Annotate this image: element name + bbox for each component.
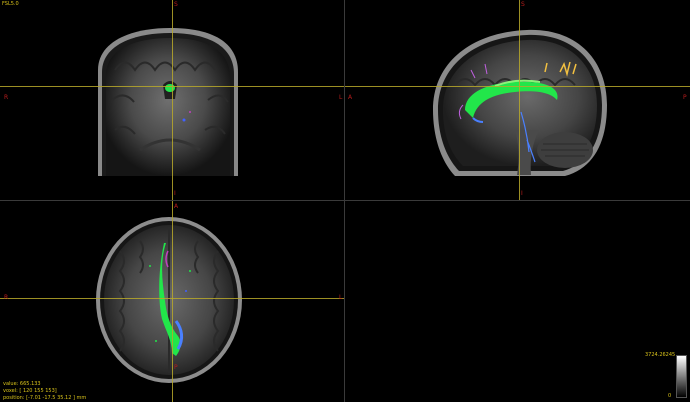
coronal-crosshair-vertical	[172, 0, 173, 200]
coronal-label-right: L	[339, 94, 343, 101]
status-voxel: voxel: [ 120 155 153]	[3, 388, 57, 394]
status-position: position: [-7.01 -17.5 35.12 ] mm	[3, 395, 87, 401]
axial-label-top: A	[174, 203, 179, 210]
colorbar-min-label: 0	[668, 393, 672, 399]
axial-label-right: L	[339, 294, 343, 301]
coronal-label-left: R	[4, 94, 9, 101]
coronal-view[interactable]: S I R L	[0, 0, 344, 200]
axial-view[interactable]: A P R L value: 665.133 voxel: [ 120 155 …	[0, 201, 344, 402]
axial-label-left: R	[4, 294, 9, 301]
sagittal-crosshair-vertical	[519, 0, 520, 200]
axial-label-bottom: P	[174, 364, 178, 371]
axial-crosshair-vertical	[172, 201, 173, 402]
coronal-label-bottom: I	[174, 190, 176, 197]
sagittal-label-right: P	[683, 94, 687, 101]
sagittal-label-top: S	[521, 1, 525, 8]
sagittal-view[interactable]: S I A P	[345, 0, 690, 200]
status-value: value: 665.133	[3, 381, 41, 387]
colorbar	[676, 355, 687, 398]
sagittal-crosshair-horizontal	[345, 86, 690, 87]
sagittal-label-bottom: I	[521, 190, 523, 197]
coronal-label-top: S	[174, 1, 178, 8]
sagittal-brain-image[interactable]	[345, 0, 690, 200]
sagittal-label-left: A	[348, 94, 353, 101]
colorbar-max-label: 3724.26245	[645, 352, 676, 358]
